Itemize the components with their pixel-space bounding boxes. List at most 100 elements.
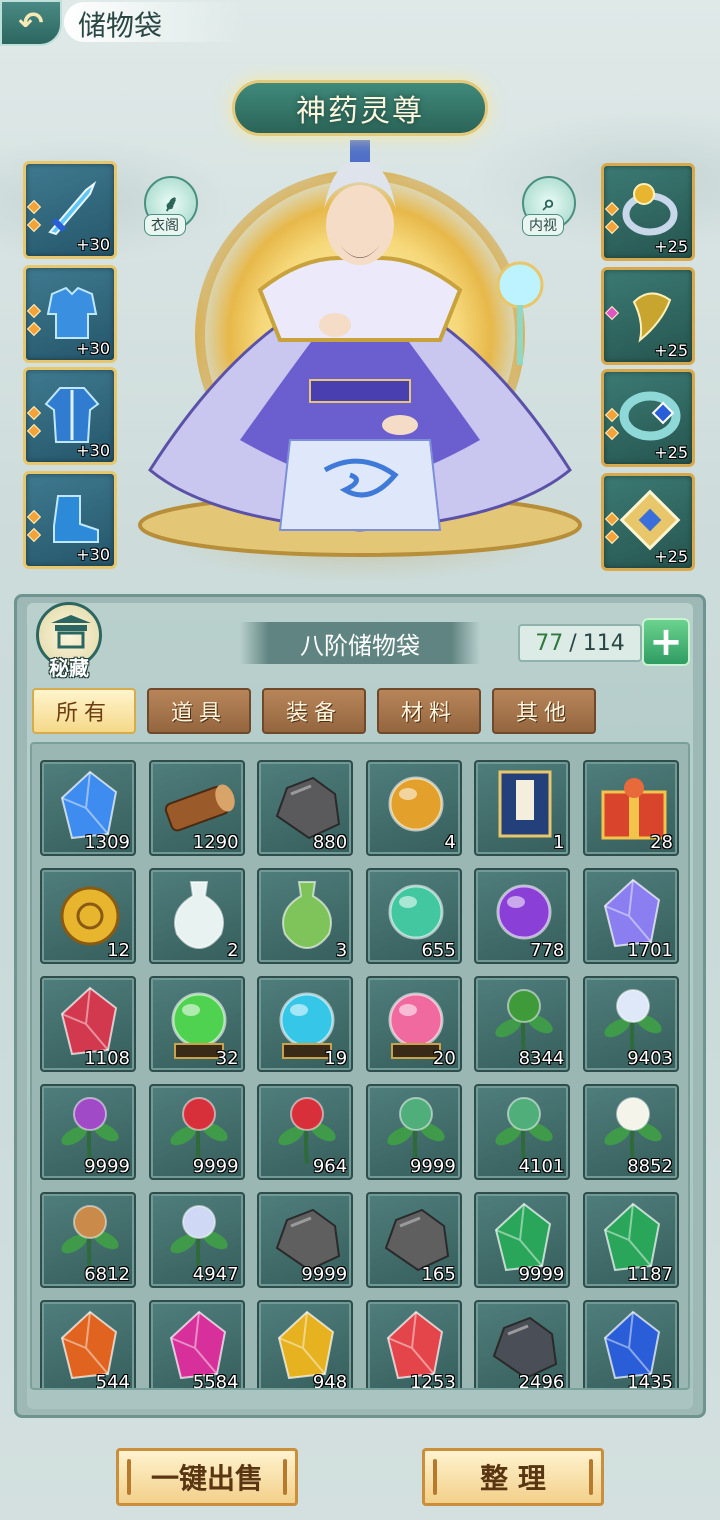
- gem-icon: [604, 511, 620, 527]
- equip-slot-sword[interactable]: +30: [23, 161, 117, 259]
- gem-icon: [26, 321, 42, 337]
- gem-icon: [604, 425, 620, 441]
- item-count: 32: [215, 1048, 239, 1069]
- item-slot[interactable]: 9999: [148, 1084, 245, 1180]
- item-slot[interactable]: 1187: [583, 1192, 679, 1288]
- item-count: 9403: [627, 1048, 673, 1069]
- equip-slot-boots[interactable]: +30: [23, 471, 117, 569]
- dragon-orb-icon: [388, 776, 444, 832]
- item-count: 28: [650, 832, 673, 853]
- item-slot[interactable]: 4: [365, 760, 462, 856]
- item-count: 9999: [518, 1264, 565, 1285]
- item-slot[interactable]: 5584: [148, 1300, 245, 1388]
- sort-button[interactable]: 整 理: [422, 1448, 604, 1506]
- item-count: 3: [335, 940, 348, 961]
- item-slot[interactable]: 778: [474, 868, 571, 964]
- sell-all-button[interactable]: 一键出售: [116, 1448, 298, 1506]
- item-slot[interactable]: 6812: [40, 1192, 136, 1288]
- item-count: 1290: [192, 832, 239, 853]
- item-slot[interactable]: 655: [365, 868, 462, 964]
- tab-materials[interactable]: 材料: [377, 688, 481, 734]
- item-count: 1309: [84, 832, 130, 853]
- item-slot[interactable]: 20: [365, 976, 462, 1072]
- secret-stash-label: 秘藏: [49, 656, 89, 680]
- item-slot[interactable]: 8344: [474, 976, 571, 1072]
- item-count: 12: [107, 940, 130, 961]
- item-slot[interactable]: 32: [148, 976, 245, 1072]
- item-slot[interactable]: 12: [40, 868, 136, 964]
- item-slot[interactable]: 19: [257, 976, 354, 1072]
- gem-icon: [26, 217, 42, 233]
- item-count: 6812: [84, 1264, 130, 1285]
- white-vase-icon: [173, 881, 224, 950]
- bracelet-icon: [619, 391, 681, 441]
- armor-icon: [46, 286, 98, 339]
- item-count: 9999: [192, 1156, 239, 1177]
- item-slot[interactable]: 1108: [40, 976, 136, 1072]
- bag-name: 八阶储物袋: [240, 622, 480, 664]
- item-slot[interactable]: 9999: [365, 1084, 462, 1180]
- item-slot[interactable]: 1: [474, 760, 571, 856]
- item-slot[interactable]: 1290: [148, 760, 245, 856]
- gem-icon: [26, 423, 42, 439]
- item-count: 8852: [627, 1156, 673, 1177]
- item-slot[interactable]: 964: [257, 1084, 354, 1180]
- tab-props[interactable]: 道具: [147, 688, 251, 734]
- item-count: 1253: [409, 1372, 456, 1390]
- book-icon: [498, 770, 552, 838]
- equip-slot-bracelet[interactable]: +25: [601, 369, 695, 467]
- gem-icon: [26, 405, 42, 421]
- item-slot[interactable]: 4947: [148, 1192, 245, 1288]
- item-slot[interactable]: 9403: [583, 976, 679, 1072]
- equip-slot-amulet[interactable]: +25: [601, 267, 695, 365]
- item-count: 948: [312, 1372, 348, 1390]
- item-count: 2: [227, 940, 239, 961]
- capacity-used: 77: [535, 630, 564, 656]
- tab-all[interactable]: 所有: [32, 688, 136, 734]
- item-count: 8344: [518, 1048, 565, 1069]
- equip-slot-robe[interactable]: +30: [23, 367, 117, 465]
- item-slot[interactable]: 8852: [583, 1084, 679, 1180]
- bag-capacity: 77 / 114: [518, 624, 642, 662]
- item-count: 4947: [192, 1264, 239, 1285]
- robe-icon: [44, 387, 100, 443]
- item-slot[interactable]: 9999: [474, 1192, 571, 1288]
- ring-icon: [622, 183, 678, 236]
- item-count: 964: [312, 1156, 348, 1177]
- equip-slot-armor[interactable]: +30: [23, 265, 117, 363]
- item-slot[interactable]: 2: [148, 868, 245, 964]
- stash-pavilion-icon: [51, 615, 91, 649]
- item-slot[interactable]: 1253: [365, 1300, 462, 1390]
- item-slot[interactable]: 28: [583, 760, 679, 856]
- item-count: 19: [324, 1048, 348, 1069]
- item-slot[interactable]: 9999: [40, 1084, 136, 1180]
- item-count: 655: [421, 940, 456, 961]
- item-slot[interactable]: 165: [365, 1192, 462, 1288]
- item-count: 1: [552, 832, 565, 853]
- item-grid[interactable]: 1309 1290 880 4 1 28 12 2 3 655 778 1701 1108 32 19 20 8…: [30, 742, 690, 1390]
- item-slot[interactable]: 544: [40, 1300, 136, 1388]
- item-slot[interactable]: 1701: [583, 868, 679, 964]
- item-slot[interactable]: 3: [257, 868, 354, 964]
- item-slot[interactable]: 1309: [40, 760, 136, 856]
- tab-equipment[interactable]: 装备: [262, 688, 366, 734]
- sword-icon: [48, 181, 97, 236]
- equip-slot-ring[interactable]: +25: [601, 163, 695, 261]
- gem-icon: [26, 199, 42, 215]
- item-slot[interactable]: 9999: [257, 1192, 354, 1288]
- item-slot[interactable]: 948: [257, 1300, 354, 1390]
- equip-slot-talisman[interactable]: +25: [601, 473, 695, 571]
- expand-capacity-button[interactable]: +: [642, 618, 690, 666]
- equip-level: +25: [654, 341, 688, 360]
- item-slot[interactable]: 1435: [583, 1300, 679, 1388]
- item-slot[interactable]: 2496: [474, 1300, 571, 1388]
- item-count: 4101: [518, 1156, 565, 1177]
- item-slot[interactable]: 880: [257, 760, 354, 856]
- gem-icon: [604, 529, 620, 545]
- back-button[interactable]: ↶: [0, 0, 62, 46]
- equip-level: +30: [76, 339, 110, 358]
- item-slot[interactable]: 4101: [474, 1084, 571, 1180]
- tab-others[interactable]: 其他: [492, 688, 596, 734]
- plus-icon: +: [649, 619, 683, 665]
- talisman-icon: [619, 489, 681, 551]
